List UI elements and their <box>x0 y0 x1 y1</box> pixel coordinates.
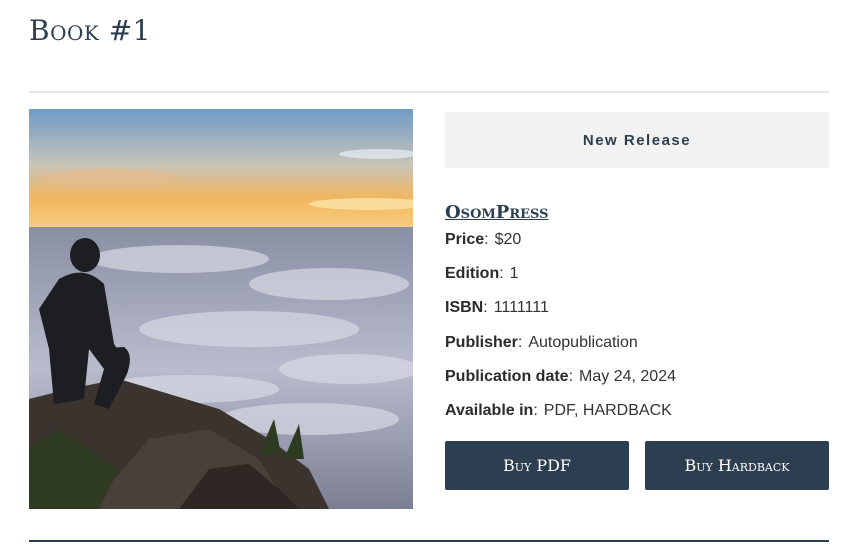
buy-hardback-button[interactable]: Buy Hardback <box>645 441 829 490</box>
detail-edition: Edition: 1 <box>445 265 519 282</box>
publisher-link[interactable]: OsomPress <box>445 202 549 223</box>
book-cover-image <box>29 109 413 509</box>
top-divider <box>29 91 829 93</box>
detail-available-in: Available in: PDF, HARDBACK <box>445 402 672 419</box>
detail-price: Price: $20 <box>445 231 522 248</box>
bottom-divider <box>29 540 829 542</box>
buy-pdf-label: Buy PDF <box>502 456 572 475</box>
page-title: Book #1 <box>29 14 151 47</box>
buy-pdf-button[interactable]: Buy PDF <box>445 441 629 490</box>
new-release-badge: New Release <box>445 112 829 168</box>
detail-isbn: ISBN: 1111111 <box>445 299 549 316</box>
detail-publisher: Publisher: Autopublication <box>445 334 638 351</box>
badge-label: New Release <box>582 131 692 149</box>
detail-publication-date: Publication date: May 24, 2024 <box>445 368 676 385</box>
buy-hardback-label: Buy Hardback <box>684 456 790 475</box>
